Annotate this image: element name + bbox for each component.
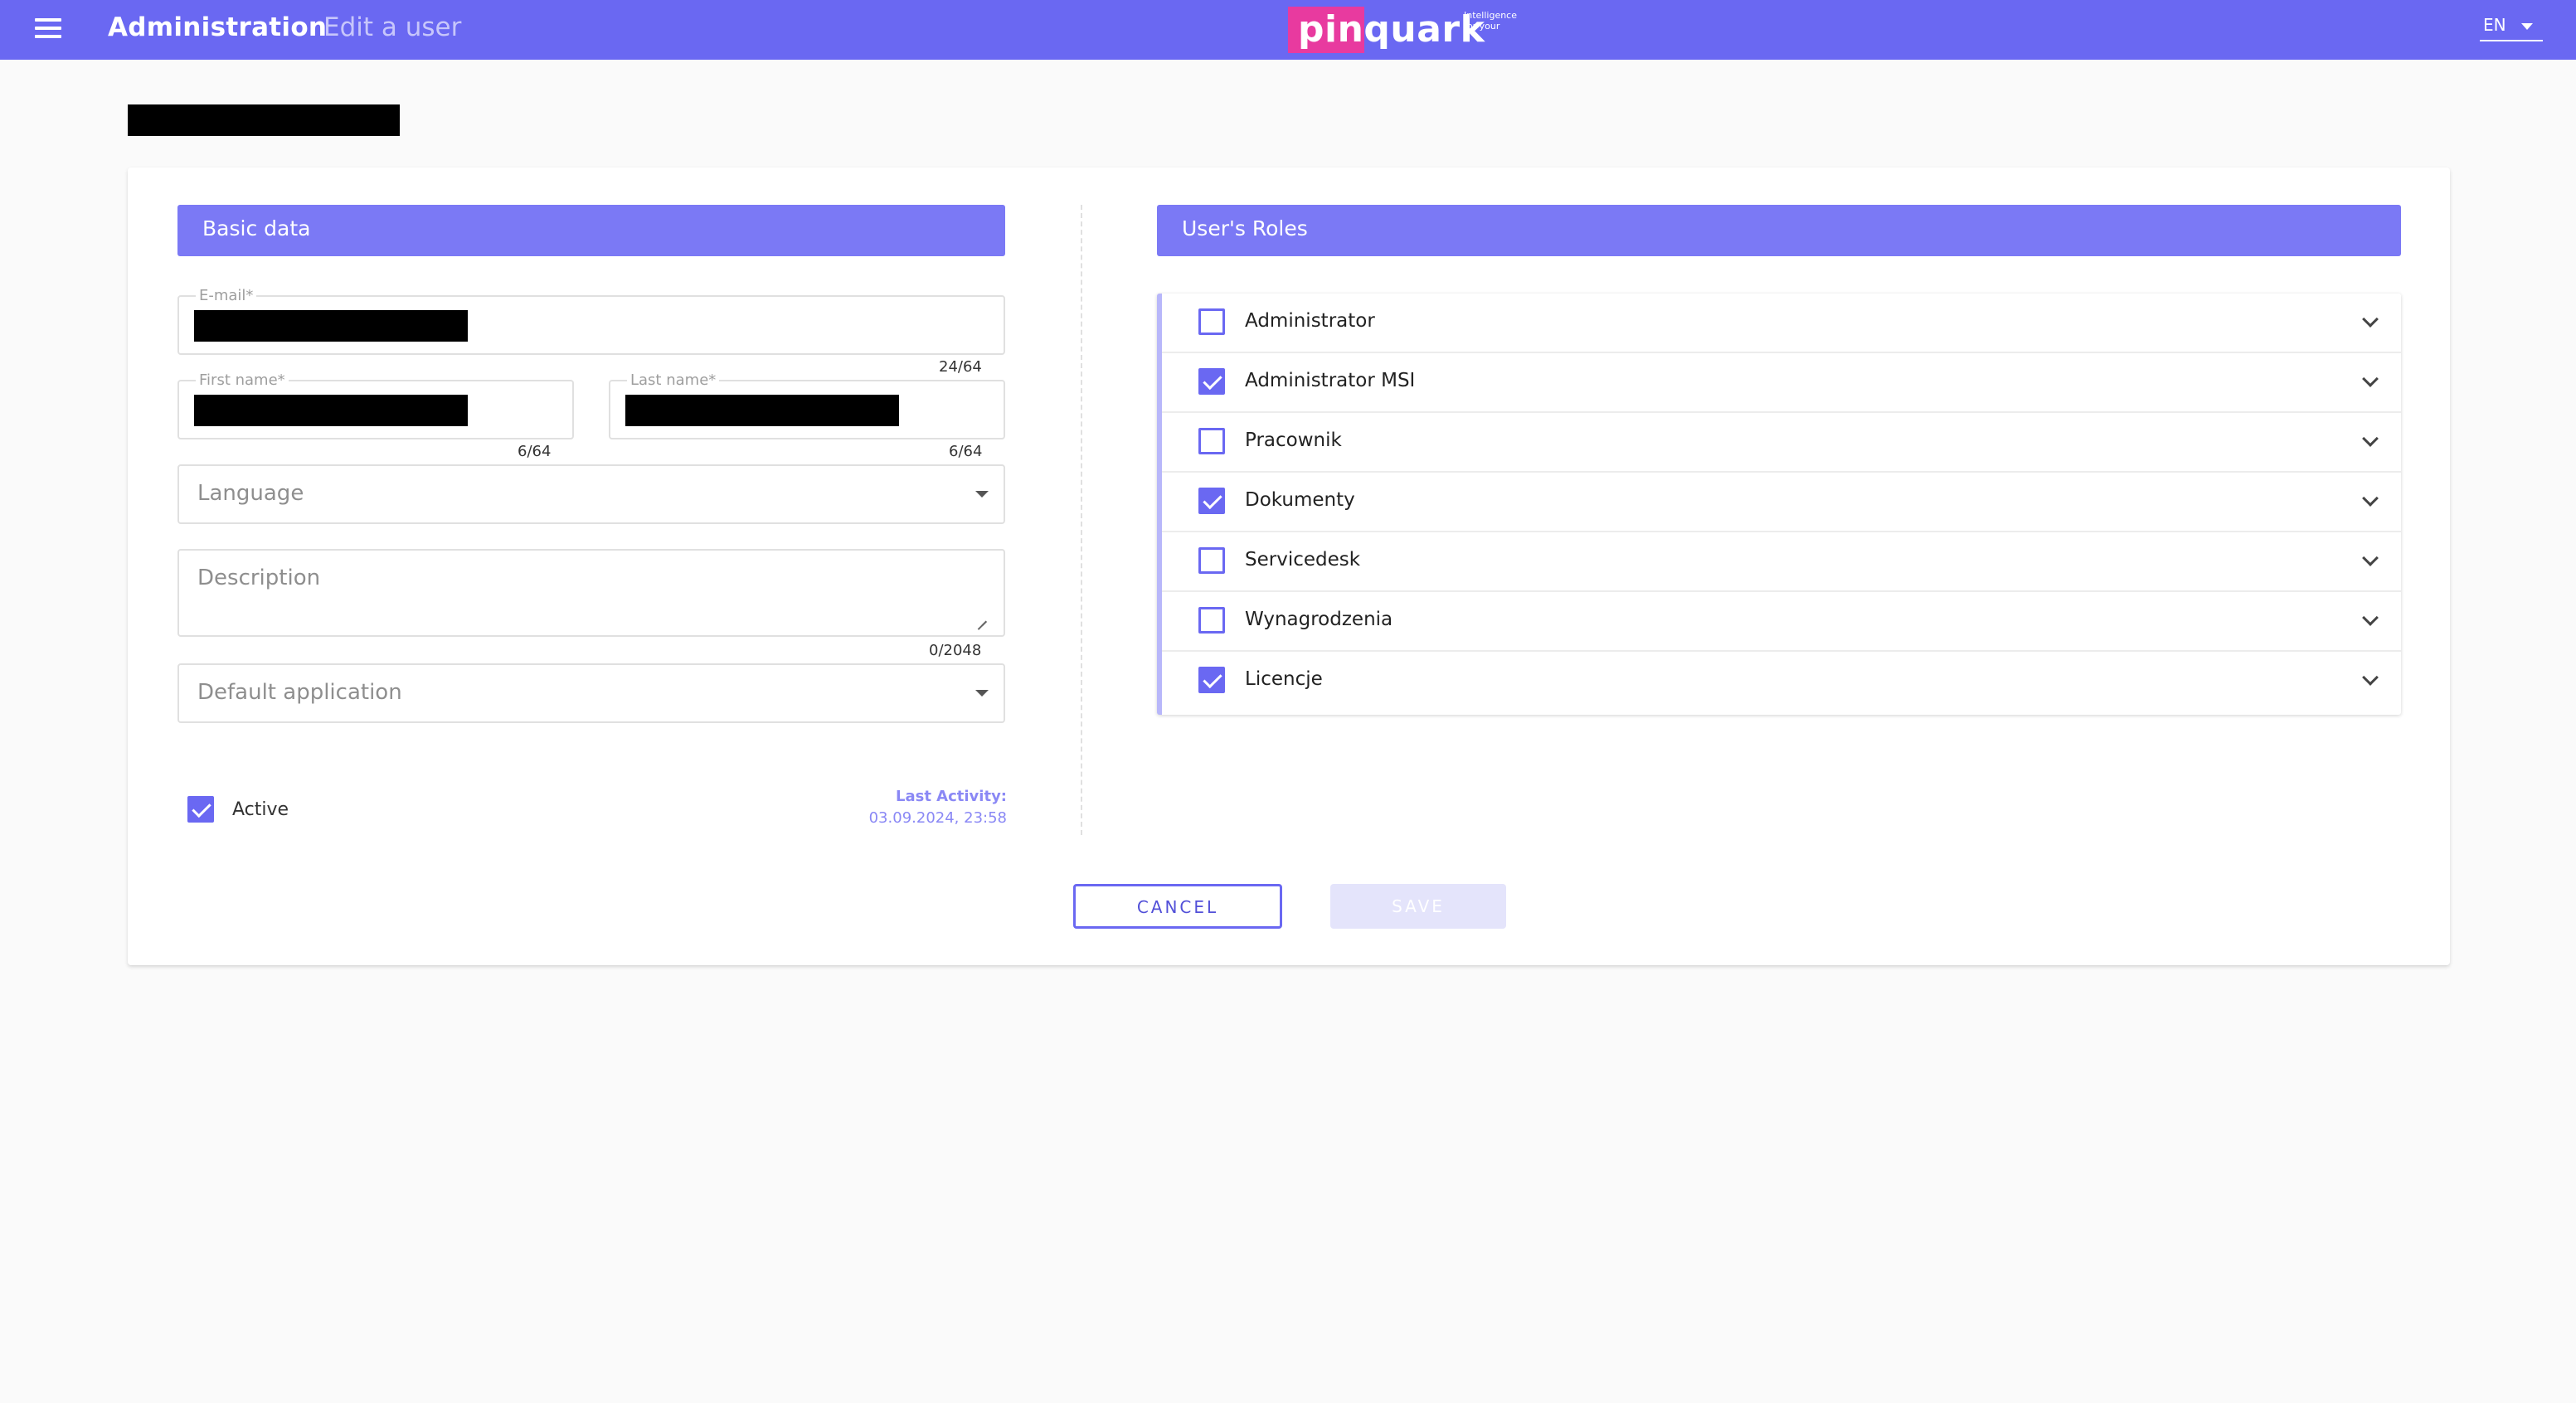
role-checkbox[interactable] xyxy=(1198,607,1225,634)
role-label: Servicedesk xyxy=(1245,549,1361,570)
active-label: Active xyxy=(232,799,289,820)
email-value-redacted xyxy=(194,310,468,342)
user-roles-title: User's Roles xyxy=(1182,216,1308,240)
language-placeholder: Language xyxy=(197,481,304,506)
role-label: Dokumenty xyxy=(1245,489,1355,511)
save-button[interactable]: SAVE xyxy=(1330,884,1506,929)
user-name-title-redacted xyxy=(128,104,400,136)
first-name-field[interactable]: First name* xyxy=(177,371,574,439)
basic-data-title: Basic data xyxy=(202,216,311,240)
role-item-wynagrodzenia[interactable]: Wynagrodzenia xyxy=(1162,592,2401,652)
role-item-administrator-msi[interactable]: Administrator MSI xyxy=(1162,353,2401,413)
last-activity-value: 03.09.2024, 23:58 xyxy=(868,809,1007,827)
language-select-value: EN xyxy=(2483,15,2506,35)
role-item-administrator[interactable]: Administrator xyxy=(1162,294,2401,353)
role-checkbox[interactable] xyxy=(1198,488,1225,514)
user-roles-header: User's Roles xyxy=(1157,205,2401,256)
role-label: Licencje xyxy=(1245,668,1323,690)
role-checkbox[interactable] xyxy=(1198,547,1225,574)
role-checkbox[interactable] xyxy=(1198,368,1225,395)
description-counter: 0/2048 xyxy=(929,642,982,659)
page-subtitle: Edit a user xyxy=(323,12,462,42)
language-dropdown[interactable]: Language xyxy=(177,464,1005,524)
hamburger-menu-icon[interactable] xyxy=(33,18,63,41)
role-label: Wynagrodzenia xyxy=(1245,609,1393,630)
resize-handle-icon[interactable] xyxy=(975,610,987,622)
chevron-down-icon[interactable] xyxy=(2362,311,2379,328)
default-application-placeholder: Default application xyxy=(197,680,402,705)
top-app-bar: Administration Edit a user pinquark Inte… xyxy=(0,0,2576,60)
app-title: Administration xyxy=(108,12,328,42)
role-checkbox[interactable] xyxy=(1198,308,1225,335)
role-checkbox[interactable] xyxy=(1198,428,1225,454)
role-item-servicedesk[interactable]: Servicedesk xyxy=(1162,532,2401,592)
first-name-value-redacted xyxy=(194,395,468,426)
email-counter: 24/64 xyxy=(939,358,982,376)
active-checkbox[interactable] xyxy=(187,796,214,823)
chevron-down-icon[interactable] xyxy=(2362,550,2379,566)
chevron-down-icon[interactable] xyxy=(2362,430,2379,447)
language-select[interactable]: EN xyxy=(2480,15,2543,41)
role-checkbox[interactable] xyxy=(1198,667,1225,693)
dropdown-arrow-icon xyxy=(975,690,989,697)
default-application-dropdown[interactable]: Default application xyxy=(177,663,1005,723)
caret-down-icon xyxy=(2521,23,2533,30)
chevron-down-icon[interactable] xyxy=(2362,371,2379,387)
chevron-down-icon[interactable] xyxy=(2362,490,2379,507)
chevron-down-icon[interactable] xyxy=(2362,609,2379,626)
description-textarea[interactable]: Description xyxy=(177,549,1005,637)
dropdown-arrow-icon xyxy=(975,491,989,498)
logo-wordmark: pinquark xyxy=(1298,8,1485,51)
cancel-button[interactable]: CANCEL xyxy=(1073,884,1282,929)
basic-data-header: Basic data xyxy=(177,205,1005,256)
roles-list: Administrator Administrator MSI Pracowni… xyxy=(1157,294,2401,715)
pinquark-logo: pinquark Intelligence for your xyxy=(1288,5,1520,53)
description-placeholder: Description xyxy=(197,566,321,590)
last-name-value-redacted xyxy=(625,395,899,426)
email-label: E-mail* xyxy=(196,287,257,304)
role-label: Administrator MSI xyxy=(1245,370,1416,391)
edit-user-card: Basic data E-mail* 24/64 First name* 6/6… xyxy=(128,167,2450,965)
last-name-field[interactable]: Last name* xyxy=(609,371,1005,439)
role-item-pracownik[interactable]: Pracownik xyxy=(1162,413,2401,473)
role-label: Administrator xyxy=(1245,310,1375,332)
last-activity-label: Last Activity: xyxy=(895,788,1007,805)
role-item-dokumenty[interactable]: Dokumenty xyxy=(1162,473,2401,532)
last-name-counter: 6/64 xyxy=(949,443,983,460)
last-name-label: Last name* xyxy=(627,371,720,389)
first-name-counter: 6/64 xyxy=(518,443,552,460)
email-field[interactable]: E-mail* xyxy=(177,287,1005,355)
chevron-down-icon[interactable] xyxy=(2362,669,2379,686)
section-divider xyxy=(1081,205,1082,835)
first-name-label: First name* xyxy=(196,371,289,389)
role-item-licencje[interactable]: Licencje xyxy=(1162,652,2401,711)
logo-tagline: Intelligence for your xyxy=(1464,10,1518,32)
role-label: Pracownik xyxy=(1245,430,1342,451)
